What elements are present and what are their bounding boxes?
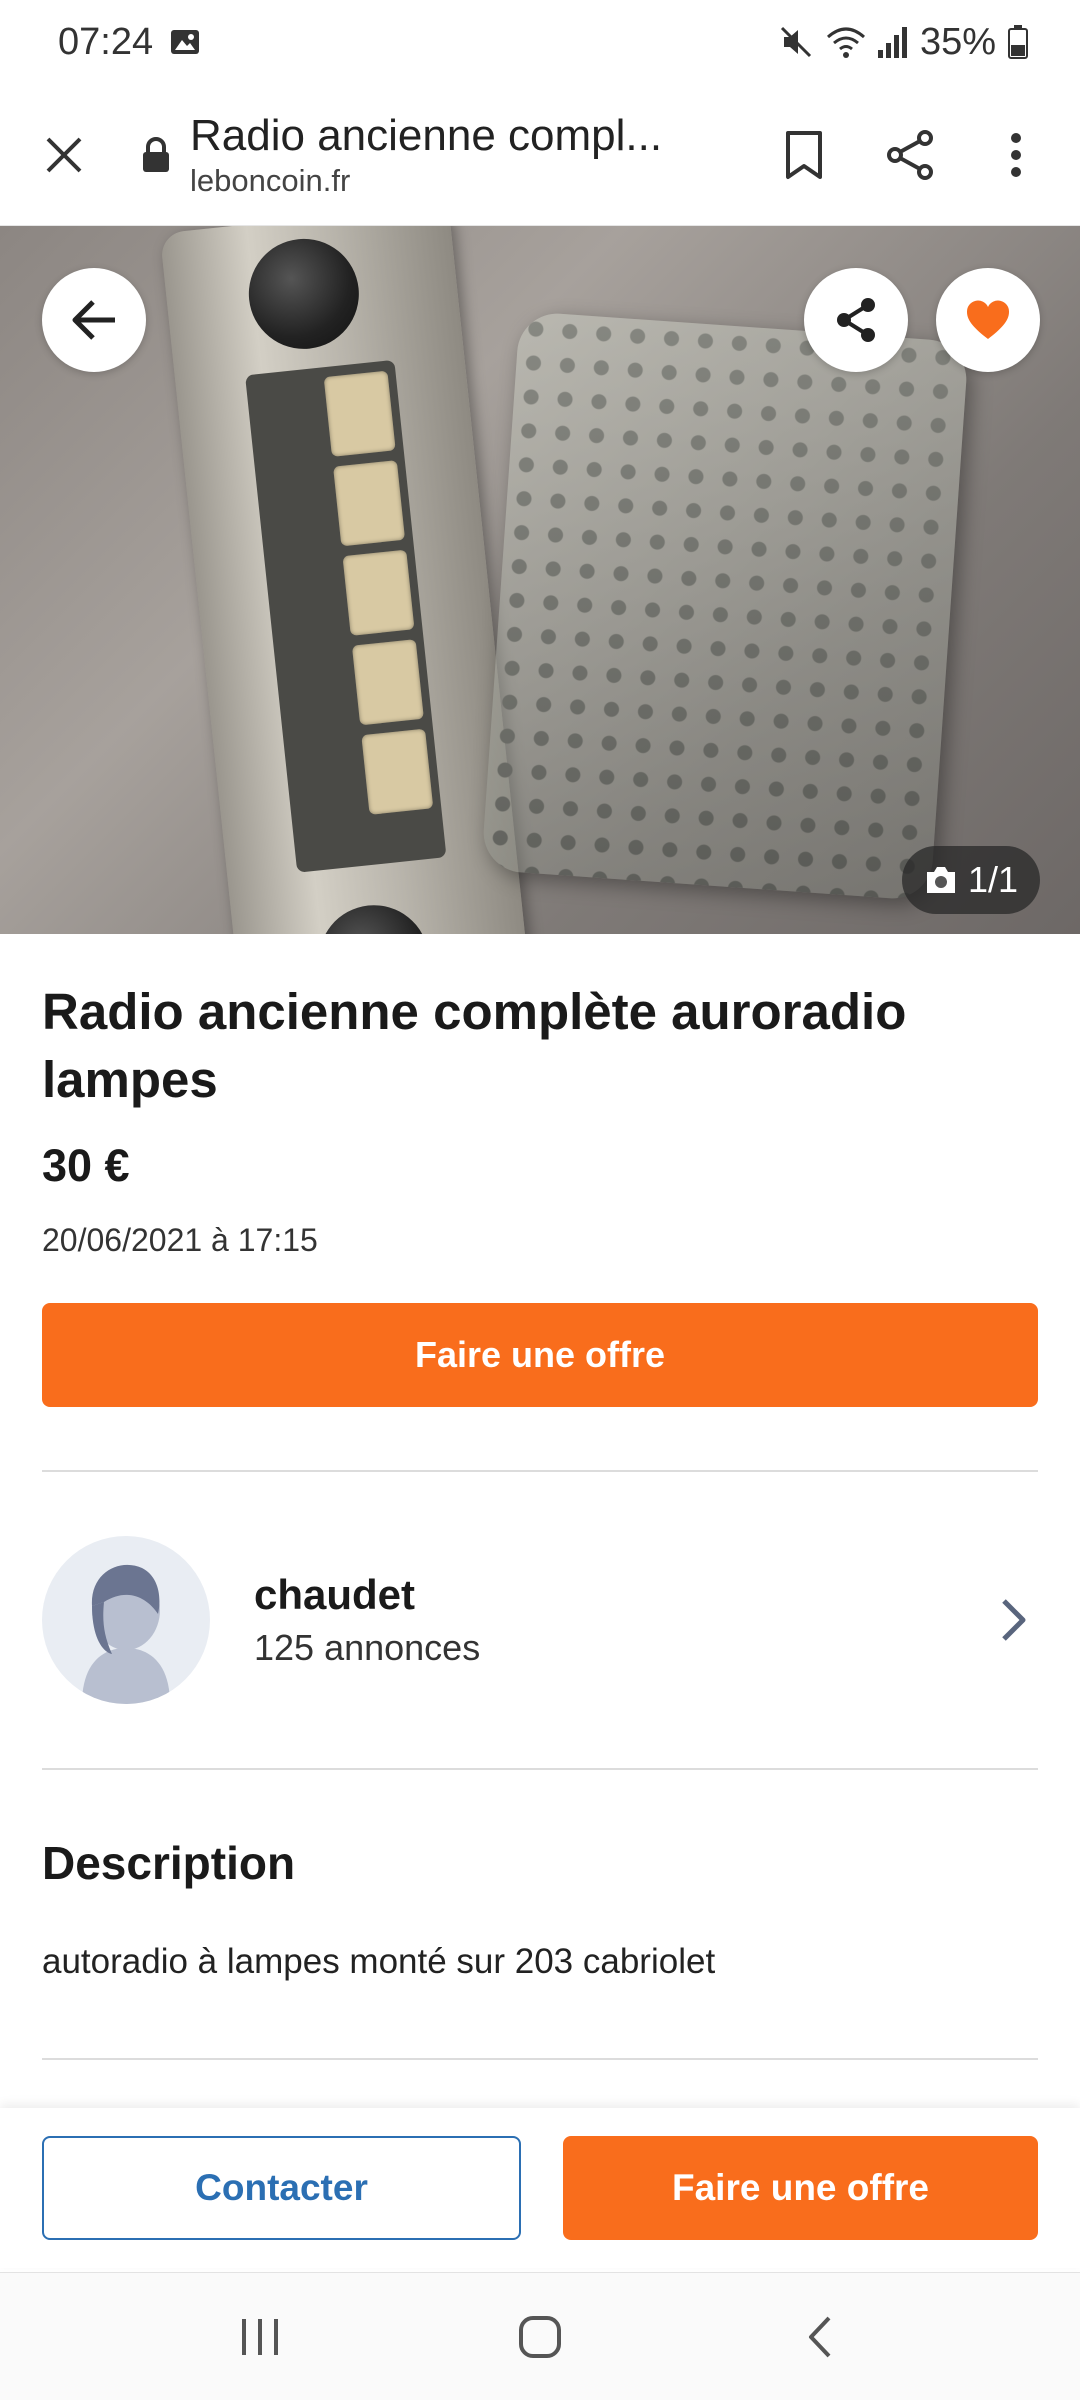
browser-page-title: Radio ancienne compl... (190, 110, 663, 160)
more-icon (1011, 132, 1021, 177)
user-avatar-icon (82, 1564, 170, 1704)
wifi-icon (826, 27, 865, 58)
system-back-button[interactable] (775, 2292, 865, 2382)
ad-title: Radio ancienne complète auroradio lampes (42, 983, 907, 1108)
avatar (42, 1536, 210, 1704)
seller-listing-count: 125 annonces (254, 1627, 481, 1668)
status-bar: 07:24 35% (0, 0, 1080, 84)
bookmark-button[interactable] (772, 123, 836, 187)
photo-counter: 1/1 (901, 846, 1040, 914)
toolbar-actions (772, 123, 1048, 187)
close-tab-button[interactable] (32, 123, 96, 187)
photo-share-button[interactable] (804, 268, 908, 372)
url-bar[interactable]: Radio ancienne compl... leboncoin.fr (190, 111, 720, 199)
status-icons: 35% (778, 21, 1028, 64)
gallery-icon (171, 30, 200, 54)
description-text: autoradio à lampes monté sur 203 cabriol… (42, 1942, 716, 1981)
ad-photo[interactable]: 1/1 (0, 226, 1080, 934)
battery-percent: 35% (919, 20, 996, 63)
lock-icon (136, 135, 176, 175)
seller-info: chaudet 125 annonces (254, 1571, 480, 1669)
ad-date: 20/06/2021 à 17:15 (42, 1222, 318, 1258)
share-icon (887, 129, 933, 180)
more-options-button[interactable] (984, 123, 1048, 187)
signal-icon (877, 27, 907, 58)
photo-counter-text: 1/1 (967, 859, 1018, 900)
back-arrow-icon (72, 300, 115, 340)
heart-icon (966, 300, 1010, 339)
battery-icon (1008, 25, 1028, 59)
share-icon (837, 298, 875, 342)
close-icon (46, 137, 82, 172)
system-nav-bar (0, 2272, 1080, 2400)
seller-card[interactable]: chaudet 125 annonces (42, 1472, 1038, 1768)
description-heading: Description (42, 1837, 296, 1889)
photo-speaker-illustration (481, 310, 969, 902)
ad-details: Radio ancienne complète auroradio lampes… (42, 934, 1038, 1407)
status-time: 07:24 (58, 20, 154, 63)
home-button[interactable] (495, 2292, 585, 2382)
ad-price: 30 € (42, 1140, 130, 1191)
favorite-button[interactable] (936, 268, 1040, 372)
seller-open-button[interactable] (988, 1590, 1038, 1650)
mute-icon (780, 26, 811, 58)
make-offer-button[interactable]: Faire une offre (42, 1303, 1038, 1407)
back-button[interactable] (42, 268, 146, 372)
home-icon (519, 2315, 561, 2358)
bookmark-icon (786, 130, 822, 179)
browser-domain: leboncoin.fr (190, 162, 351, 198)
seller-name: chaudet (254, 1571, 416, 1618)
chevron-right-icon (1002, 1599, 1026, 1641)
bottom-make-offer-button[interactable]: Faire une offre (563, 2136, 1038, 2240)
chevron-left-icon (809, 2316, 831, 2357)
browser-toolbar: Radio ancienne compl... leboncoin.fr (0, 84, 1080, 226)
divider (42, 2058, 1038, 2060)
divider (42, 1768, 1038, 1770)
bottom-action-bar: Contacter Faire une offre (0, 2108, 1080, 2268)
share-button[interactable] (878, 123, 942, 187)
contact-button[interactable]: Contacter (42, 2136, 521, 2240)
recent-apps-icon (242, 2318, 278, 2355)
recent-apps-button[interactable] (215, 2292, 305, 2382)
camera-icon (926, 867, 955, 893)
